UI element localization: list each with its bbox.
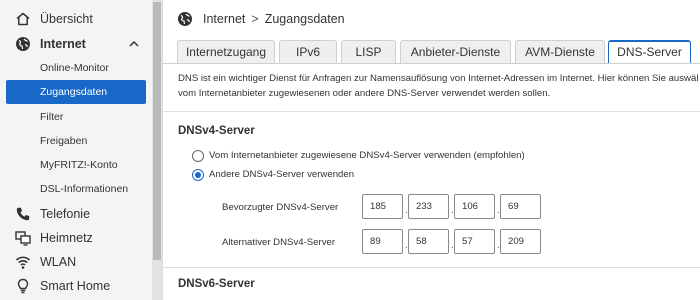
alternate-dns-octet-4[interactable]: 209: [500, 229, 541, 254]
globe-icon: [16, 37, 30, 51]
preferred-dns-label: Bevorzugter DNSv4-Server: [222, 202, 339, 213]
tabs-underline: [163, 63, 700, 64]
alternate-dns-octet-3[interactable]: 57: [454, 229, 495, 254]
preferred-dns-octet-1[interactable]: 185: [362, 194, 403, 219]
alternate-dns-octet-1[interactable]: 89: [362, 229, 403, 254]
divider: [162, 0, 163, 300]
alternate-dns-label: Alternativer DNSv4-Server: [222, 237, 336, 248]
section-heading-dnsv6: DNSv6-Server: [178, 278, 255, 290]
sidebar-item-label: WLAN: [40, 255, 77, 269]
sidebar-item-label: Zugangsdaten: [40, 86, 108, 98]
preferred-dns-octet-2[interactable]: 233: [408, 194, 449, 219]
sidebar-item-internet[interactable]: Internet: [6, 32, 146, 56]
chevron-up-icon[interactable]: [128, 38, 140, 50]
sidebar-item-uebersicht[interactable]: Übersicht: [6, 7, 146, 31]
tab-internetzugang[interactable]: Internetzugang: [177, 40, 275, 64]
scrollbar-thumb[interactable]: [153, 2, 161, 260]
radio-button[interactable]: [192, 150, 204, 162]
lightbulb-icon: [17, 278, 29, 294]
preferred-dns-octet-4[interactable]: 69: [500, 194, 541, 219]
home-icon: [16, 12, 30, 26]
alternate-dns-octet-2[interactable]: 58: [408, 229, 449, 254]
sidebar-item-dsl-informationen[interactable]: DSL-Informationen: [6, 177, 146, 201]
radio-label[interactable]: Andere DNSv4-Server verwenden: [209, 168, 354, 182]
sidebar-item-label: Filter: [40, 111, 64, 123]
breadcrumb-separator: >: [251, 12, 259, 26]
tab-dns-server[interactable]: DNS-Server: [608, 40, 691, 64]
sidebar-item-label: Smart Home: [40, 279, 111, 293]
tab-lisp[interactable]: LISP: [341, 40, 396, 64]
tab-ipv6[interactable]: IPv6: [279, 40, 337, 64]
sidebar-item-telefonie[interactable]: Telefonie: [6, 202, 146, 226]
sidebar-item-zugangsdaten[interactable]: Zugangsdaten: [6, 80, 146, 104]
intro-text: DNS ist ein wichtiger Dienst für Anfrage…: [178, 72, 698, 101]
tab-anbieter-dienste[interactable]: Anbieter-Dienste: [400, 40, 511, 64]
breadcrumb: Internet > Zugangsdaten: [203, 11, 345, 27]
sidebar-item-freigaben[interactable]: Freigaben: [6, 129, 146, 153]
breadcrumb-section[interactable]: Internet: [203, 12, 245, 26]
divider: [163, 111, 700, 112]
intro-line-1: DNS ist ein wichtiger Dienst für Anfrage…: [178, 73, 698, 84]
tab-avm-dienste[interactable]: AVM-Dienste: [515, 40, 605, 64]
sidebar: Übersicht Internet Online-Monitor Zugang…: [0, 0, 152, 300]
wifi-icon: [15, 256, 31, 269]
preferred-dns-octet-3[interactable]: 106: [454, 194, 495, 219]
sidebar-item-label: Telefonie: [40, 207, 91, 221]
phone-icon: [16, 207, 30, 221]
sidebar-item-label: DSL-Informationen: [40, 183, 129, 195]
sidebar-scrollbar[interactable]: [152, 0, 162, 300]
network-icon: [15, 231, 31, 246]
breadcrumb-page: Zugangsdaten: [264, 12, 345, 26]
sidebar-item-smart-home[interactable]: Smart Home: [6, 274, 146, 298]
globe-icon: [178, 12, 192, 26]
sidebar-item-wlan[interactable]: WLAN: [6, 250, 146, 274]
sidebar-item-label: Internet: [40, 37, 86, 51]
sidebar-item-heimnetz[interactable]: Heimnetz: [6, 226, 146, 250]
sidebar-item-label: Freigaben: [40, 135, 88, 147]
sidebar-item-label: Übersicht: [40, 12, 93, 26]
divider: [163, 267, 700, 268]
radio-button-selected[interactable]: [192, 169, 204, 181]
sidebar-item-label: MyFRITZ!-Konto: [40, 159, 118, 171]
intro-line-2: vom Internetanbieter zugewiesenen oder a…: [178, 87, 551, 99]
section-heading-dnsv4: DNSv4-Server: [178, 125, 255, 137]
sidebar-item-online-monitor[interactable]: Online-Monitor: [6, 56, 146, 80]
sidebar-item-myfritz-konto[interactable]: MyFRITZ!-Konto: [6, 153, 146, 177]
sidebar-item-filter[interactable]: Filter: [6, 105, 146, 129]
radio-label[interactable]: Vom Internetanbieter zugewiesene DNSv4-S…: [209, 149, 525, 163]
sidebar-item-label: Heimnetz: [40, 231, 93, 245]
sidebar-item-label: Online-Monitor: [40, 62, 109, 74]
